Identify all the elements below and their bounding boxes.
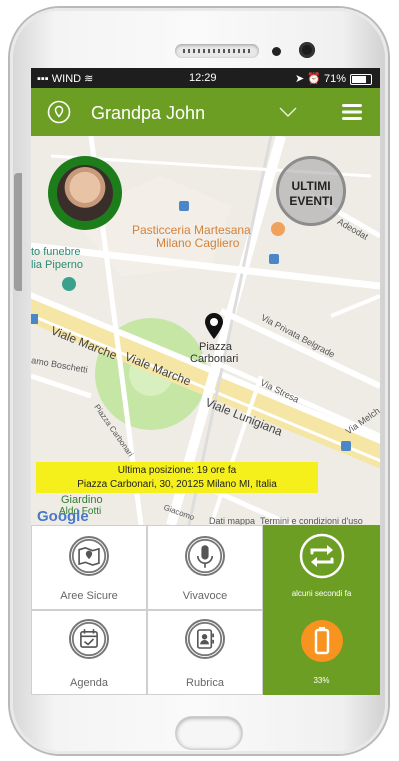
contacts-book-icon bbox=[185, 619, 225, 659]
eventi-label: EVENTI bbox=[289, 194, 333, 208]
google-logo: Google bbox=[37, 508, 89, 525]
battery-status[interactable]: 33% bbox=[263, 610, 380, 695]
agenda-button[interactable]: Agenda bbox=[31, 610, 147, 695]
vivavoce-button[interactable]: Vivavoce bbox=[147, 525, 263, 610]
map-data-link[interactable]: Dati mappa bbox=[209, 516, 255, 525]
device-name[interactable]: Grandpa John bbox=[91, 103, 205, 124]
chevron-down-icon[interactable] bbox=[279, 106, 297, 118]
last-position-banner: Ultima posizione: 19 ore fa Piazza Carbo… bbox=[36, 462, 318, 493]
ultimi-label: ULTIMI bbox=[291, 179, 331, 193]
front-camera bbox=[299, 42, 315, 58]
agenda-label: Agenda bbox=[70, 677, 108, 689]
map-label-pasticceria: Pasticceria Martesana bbox=[132, 223, 251, 237]
map-label-cagliero: Milano Cagliero bbox=[156, 236, 240, 250]
map-view[interactable]: Pasticceria Martesana Milano Cagliero to… bbox=[31, 136, 380, 525]
refresh-button[interactable]: alcuni secondi fa bbox=[263, 525, 380, 610]
location-pin-icon[interactable] bbox=[47, 100, 71, 124]
status-bar: ▪▪▪ WIND ≋ 12:29 ➤ ⏰ 71% bbox=[31, 68, 380, 88]
map-label-carbonari: Carbonari bbox=[190, 353, 239, 365]
menu-icon[interactable] bbox=[342, 103, 362, 121]
header-bar: Grandpa John bbox=[31, 88, 380, 136]
aree-sicure-label: Aree Sicure bbox=[60, 590, 118, 602]
safe-area-map-icon bbox=[69, 536, 109, 576]
avatar[interactable] bbox=[48, 156, 122, 230]
refresh-icon bbox=[299, 533, 345, 579]
refresh-status: alcuni secondi fa bbox=[291, 589, 352, 598]
action-grid: Aree Sicure Vivavoce alcuni secondi fa A… bbox=[31, 525, 380, 695]
ultimi-eventi-button[interactable]: ULTIMI EVENTI bbox=[276, 156, 346, 226]
microphone-icon bbox=[185, 536, 225, 576]
carrier-label: ▪▪▪ WIND ≋ bbox=[37, 73, 94, 85]
avatar-photo bbox=[57, 165, 113, 221]
rubrica-label: Rubrica bbox=[186, 677, 224, 689]
map-label-funebre: to funebre bbox=[31, 246, 81, 258]
aree-sicure-button[interactable]: Aree Sicure bbox=[31, 525, 147, 610]
proximity-sensor bbox=[272, 47, 281, 56]
map-label-piazza: Piazza bbox=[199, 341, 233, 353]
battery-percent: ➤ ⏰ 71% bbox=[294, 73, 346, 85]
battery-icon bbox=[350, 74, 372, 85]
map-label-piperno: lia Piperno bbox=[31, 259, 83, 271]
calendar-icon bbox=[69, 619, 109, 659]
last-position-time: Ultima posizione: 19 ore fa bbox=[117, 465, 237, 476]
app-screen: ▪▪▪ WIND ≋ 12:29 ➤ ⏰ 71% Grandpa John Pa… bbox=[31, 68, 380, 695]
map-label-giardino: Giardino bbox=[61, 494, 103, 506]
map-marker-icon[interactable] bbox=[204, 312, 224, 340]
volume-button bbox=[14, 173, 22, 291]
clock: 12:29 bbox=[189, 72, 217, 84]
battery-icon bbox=[301, 620, 343, 662]
last-position-address: Piazza Carbonari, 30, 20125 Milano MI, I… bbox=[77, 479, 277, 490]
terms-link[interactable]: Termini e condizioni d'uso bbox=[260, 516, 363, 525]
battery-level: 33% bbox=[313, 676, 330, 685]
vivavoce-label: Vivavoce bbox=[182, 590, 228, 602]
speaker-grille bbox=[175, 44, 259, 58]
home-button[interactable] bbox=[176, 717, 242, 749]
rubrica-button[interactable]: Rubrica bbox=[147, 610, 263, 695]
